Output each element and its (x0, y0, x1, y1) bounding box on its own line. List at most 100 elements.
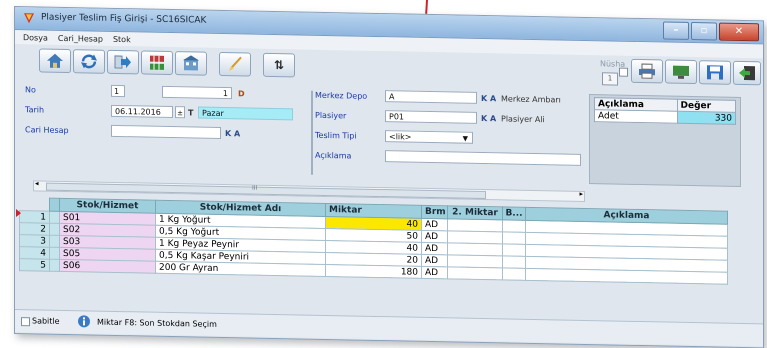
miktar-cell[interactable]: 180 (325, 264, 422, 279)
row-index: 3 (19, 234, 50, 248)
row-gap (49, 235, 60, 248)
teslim-tipi-label: Teslim Tipi (315, 130, 357, 141)
nusha-value[interactable]: 1 (602, 72, 618, 86)
app-logo-icon (24, 13, 34, 24)
minimize-button[interactable]: – (663, 21, 689, 40)
b-cell[interactable] (502, 231, 526, 245)
tarih-input[interactable]: 06.11.2016 (111, 104, 173, 119)
home-icon (47, 53, 63, 68)
cari-hesap-input[interactable] (111, 124, 221, 139)
menu-stok[interactable]: Stok (113, 34, 131, 43)
miktar2-cell[interactable] (447, 242, 503, 256)
miktar2-cell[interactable] (447, 230, 503, 244)
plasiyer-k-button[interactable]: K (481, 114, 487, 123)
brm-cell[interactable]: AD (421, 242, 448, 255)
aciklama-label: Açıklama (315, 150, 352, 161)
b-cell[interactable] (502, 267, 526, 281)
screen-button[interactable] (665, 59, 697, 85)
aciklama-input[interactable] (385, 150, 581, 166)
items-grid: Stok/Hizmet Stok/Hizmet Adı Miktar Brm 2… (16, 197, 729, 311)
col-brm[interactable]: Brm (421, 205, 448, 219)
merkez-k-button[interactable]: K (481, 94, 487, 103)
stok-name-cell[interactable]: 200 Gr Ayran (155, 261, 326, 277)
stok-code-cell[interactable]: S06 (59, 259, 156, 274)
building-icon (183, 55, 199, 71)
row-gap (49, 223, 60, 236)
b-cell[interactable] (502, 243, 526, 257)
scroll-right-icon[interactable]: ▸ (579, 190, 583, 198)
tarih-label: Tarih (25, 105, 45, 115)
properties-table: Açıklama Değer Adet 330 (594, 97, 736, 125)
teslim-tipi-select[interactable]: <lik> ▼ (385, 130, 473, 144)
exit-button[interactable] (733, 60, 761, 86)
date-spinner[interactable]: ± (175, 106, 185, 119)
monitor-icon (673, 65, 689, 79)
merkez-depo-desc: Merkez Ambarı (501, 94, 561, 105)
no-d-button[interactable]: D (238, 89, 245, 98)
row-index: 2 (19, 222, 50, 236)
merkez-a-button[interactable]: A (490, 94, 496, 103)
brm-cell[interactable]: AD (421, 266, 448, 279)
printer-icon (639, 63, 655, 79)
building-button[interactable] (175, 51, 207, 76)
plasiyer-input[interactable]: P01 (385, 110, 477, 124)
exit-door-icon (739, 66, 755, 81)
properties-panel: Açıklama Değer Adet 330 (589, 94, 741, 187)
close-button[interactable]: ✕ (719, 22, 759, 42)
home-button[interactable] (39, 48, 71, 74)
miktar2-cell[interactable] (447, 266, 503, 280)
brm-cell[interactable]: AD (421, 254, 448, 267)
row-gap (49, 247, 60, 260)
brush-button[interactable] (219, 51, 251, 77)
save-button[interactable] (699, 60, 731, 85)
brm-cell[interactable]: AD (421, 218, 448, 231)
forward-button[interactable] (107, 49, 139, 75)
prop-key: Adet (594, 109, 677, 124)
prop-row[interactable]: Adet 330 (594, 109, 736, 125)
row-index: 1 (19, 210, 50, 224)
grid-exchange-icon (150, 55, 164, 70)
merkez-depo-label: Merkez Depo (315, 90, 368, 101)
scroll-left-icon[interactable]: ◂ (35, 179, 39, 187)
tarih-t-button[interactable]: T (188, 108, 193, 117)
no-series-box[interactable]: 1 (111, 84, 125, 98)
form-divider (311, 90, 313, 175)
b-cell[interactable] (502, 255, 526, 269)
sabitle-checkbox[interactable] (21, 317, 30, 327)
teslim-tipi-value: <lik> (389, 132, 412, 142)
row-index: 5 (19, 258, 50, 272)
aciklama-cell[interactable] (525, 268, 728, 285)
grid-exchange-button[interactable] (141, 50, 173, 76)
cari-a-button[interactable]: A (234, 129, 240, 138)
brush-icon (229, 56, 242, 72)
no-label: No (25, 85, 36, 95)
items-table: Stok/Hizmet Stok/Hizmet Adı Miktar Brm 2… (19, 197, 728, 285)
scroll-thumb[interactable]: III (46, 182, 486, 200)
maximize-button[interactable]: ▫ (691, 21, 717, 41)
merkez-depo-input[interactable]: A (385, 90, 477, 104)
plasiyer-label: Plasiyer (315, 110, 347, 121)
sabitle-label: Sabitle (32, 316, 60, 326)
nusha-checkbox[interactable] (619, 67, 628, 77)
row-gap (49, 259, 60, 272)
form-area: No 1 1 D Tarih 06.11.2016 ± T Pazar Cari… (15, 79, 763, 188)
plasiyer-a-button[interactable]: A (490, 114, 496, 123)
miktar2-cell[interactable] (447, 254, 503, 268)
menu-cari-hesap[interactable]: Cari_Hesap (58, 33, 103, 43)
refresh-button[interactable] (73, 49, 105, 74)
cari-k-button[interactable]: K (225, 129, 231, 138)
row-gap (49, 211, 60, 224)
no-input[interactable]: 1 (162, 85, 232, 100)
sort-az-icon: ⇅ (273, 57, 285, 73)
sort-button[interactable]: ⇅ (263, 52, 295, 78)
prop-header-deger: Değer (677, 99, 736, 113)
brm-cell[interactable]: AD (421, 230, 448, 243)
miktar2-cell[interactable] (447, 218, 503, 232)
menu-dosya[interactable]: Dosya (23, 33, 48, 42)
col-b[interactable]: B... (502, 206, 526, 221)
b-cell[interactable] (502, 219, 526, 233)
col-2-miktar[interactable]: 2. Miktar (447, 205, 503, 220)
scroll-grip: III (252, 184, 258, 192)
main-window: Plasiyer Teslim Fiş Girişi - SC16SICAK –… (14, 6, 764, 348)
print-button[interactable] (631, 58, 663, 84)
